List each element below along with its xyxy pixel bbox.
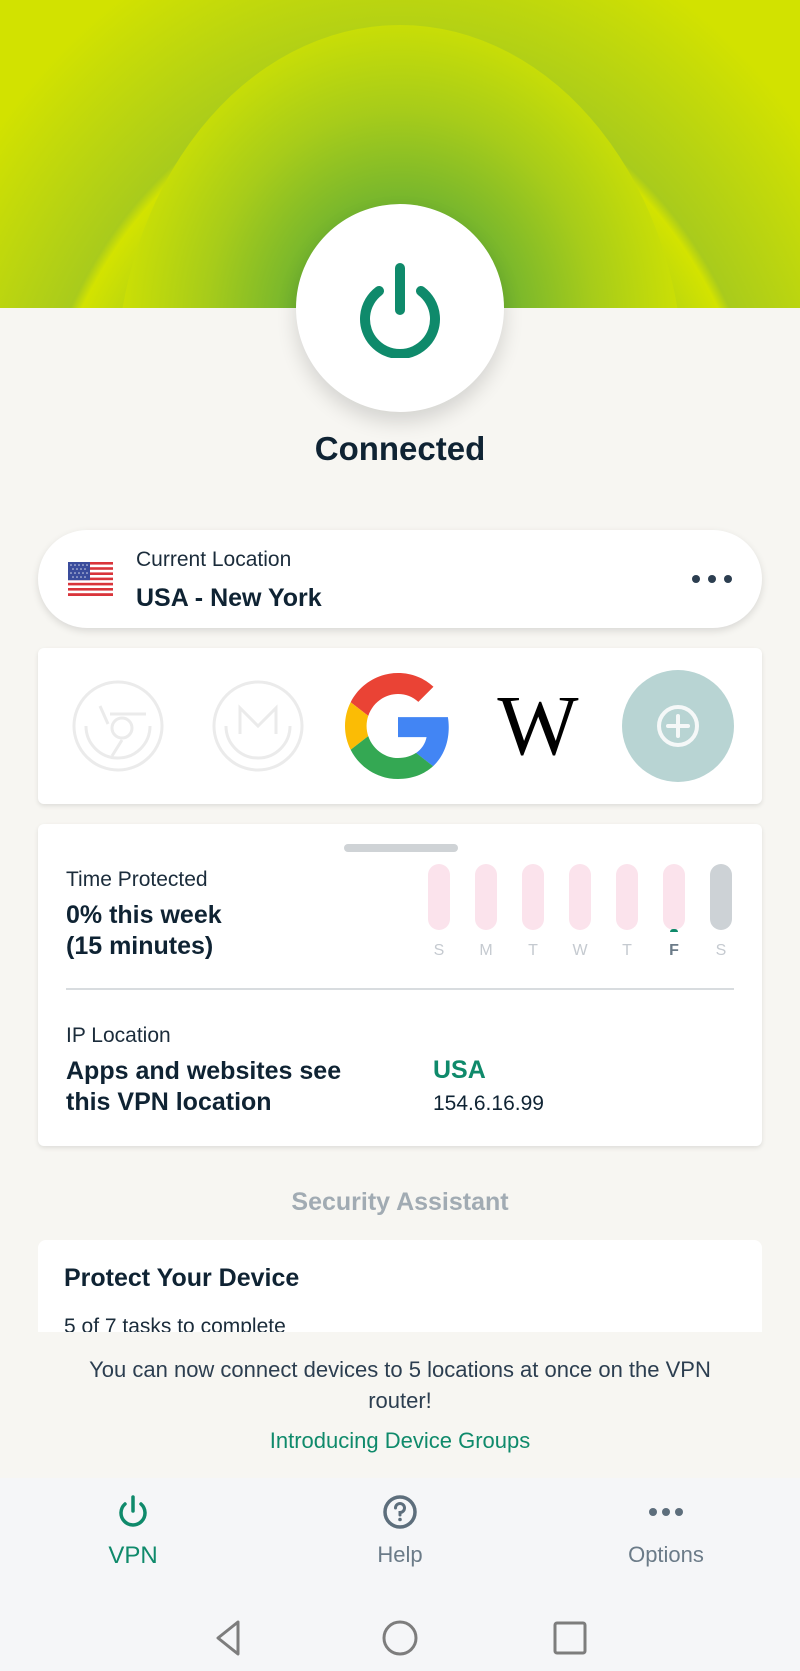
nav-label: VPN — [108, 1542, 158, 1569]
power-icon — [115, 1494, 151, 1530]
time-protected-label: Time Protected — [66, 868, 208, 891]
back-triangle-icon — [216, 1620, 240, 1656]
day-label: S — [433, 942, 445, 959]
help-circle-icon — [382, 1494, 418, 1530]
time-protected-duration: (15 minutes) — [66, 932, 214, 960]
day-bar — [522, 864, 544, 930]
google-icon — [345, 673, 449, 779]
shortcuts-card: W — [38, 648, 762, 804]
announcement-banner: You can now connect devices to 5 locatio… — [0, 1332, 800, 1478]
day-label: F — [669, 942, 679, 959]
day-bar — [710, 864, 732, 930]
shortcut-gmail[interactable] — [200, 668, 316, 784]
time-protected-value: 0% this week (15 minutes) — [66, 900, 222, 962]
current-location-card[interactable]: Current Location USA - New York — [38, 530, 762, 628]
nav-label: Help — [377, 1542, 423, 1567]
recents-square-icon — [553, 1621, 587, 1655]
time-protected-percent: 0% this week — [66, 901, 222, 929]
security-assistant-heading: Security Assistant — [291, 1188, 509, 1216]
location-more-button[interactable] — [692, 566, 732, 592]
banner-text: You can now connect devices to 5 locatio… — [89, 1357, 711, 1413]
day-bar — [616, 864, 638, 930]
connection-status: Connected — [314, 430, 486, 467]
ip-desc-line: this VPN location — [66, 1088, 272, 1116]
more-dot — [692, 575, 700, 583]
home-circle-icon — [382, 1620, 418, 1656]
nav-tab-options[interactable]: Options — [586, 1494, 746, 1590]
ip-location-description: Apps and websites see this VPN location — [66, 1056, 341, 1118]
day-label: M — [479, 942, 493, 959]
ip-country: USA — [433, 1056, 486, 1084]
day-label: W — [572, 942, 588, 959]
nav-tab-vpn[interactable]: VPN — [53, 1494, 213, 1590]
stats-card: Time Protected 0% this week (15 minutes)… — [38, 824, 762, 1146]
weekly-protection-chart: SMTWTFS — [428, 864, 738, 964]
ip-desc-line: Apps and websites see — [66, 1057, 342, 1085]
day-bar — [475, 864, 497, 930]
day-bar — [428, 864, 450, 930]
shortcut-google[interactable] — [340, 668, 456, 784]
shortcut-wikipedia[interactable]: W — [480, 668, 596, 784]
day-bar-protected-fill — [670, 929, 678, 932]
nav-label: Options — [628, 1542, 704, 1567]
day-label: T — [622, 942, 632, 959]
shortcut-chrome[interactable] — [60, 668, 176, 784]
ip-address: 154.6.16.99 — [433, 1092, 544, 1115]
bottom-navigation: VPN Help Options — [0, 1478, 800, 1671]
power-icon — [360, 263, 440, 358]
connect-toggle-button[interactable] — [296, 204, 504, 412]
day-label: T — [528, 942, 538, 959]
device-groups-link[interactable]: Introducing Device Groups — [0, 1428, 800, 1454]
day-bar — [569, 864, 591, 930]
system-home-button[interactable] — [380, 1618, 420, 1658]
drag-handle[interactable] — [344, 844, 458, 852]
svg-text:W: W — [497, 686, 578, 766]
us-flag-icon — [68, 562, 113, 596]
ip-location-label: IP Location — [66, 1024, 171, 1047]
divider — [66, 988, 734, 990]
day-bar — [663, 864, 685, 932]
gmail-icon — [212, 680, 304, 772]
more-horizontal-icon — [648, 1494, 684, 1530]
plus-circle-icon — [622, 670, 734, 782]
current-location-value: USA - New York — [136, 584, 322, 612]
add-shortcut-button[interactable] — [620, 668, 736, 784]
system-recents-button[interactable] — [550, 1618, 590, 1658]
wikipedia-icon: W — [497, 686, 578, 766]
system-back-button[interactable] — [209, 1618, 249, 1658]
protect-device-title: Protect Your Device — [64, 1264, 300, 1292]
nav-tab-help[interactable]: Help — [320, 1494, 480, 1590]
more-dot — [724, 575, 732, 583]
more-dot — [708, 575, 716, 583]
chrome-icon — [72, 680, 164, 772]
current-location-label: Current Location — [136, 548, 292, 571]
day-label: S — [715, 942, 727, 959]
